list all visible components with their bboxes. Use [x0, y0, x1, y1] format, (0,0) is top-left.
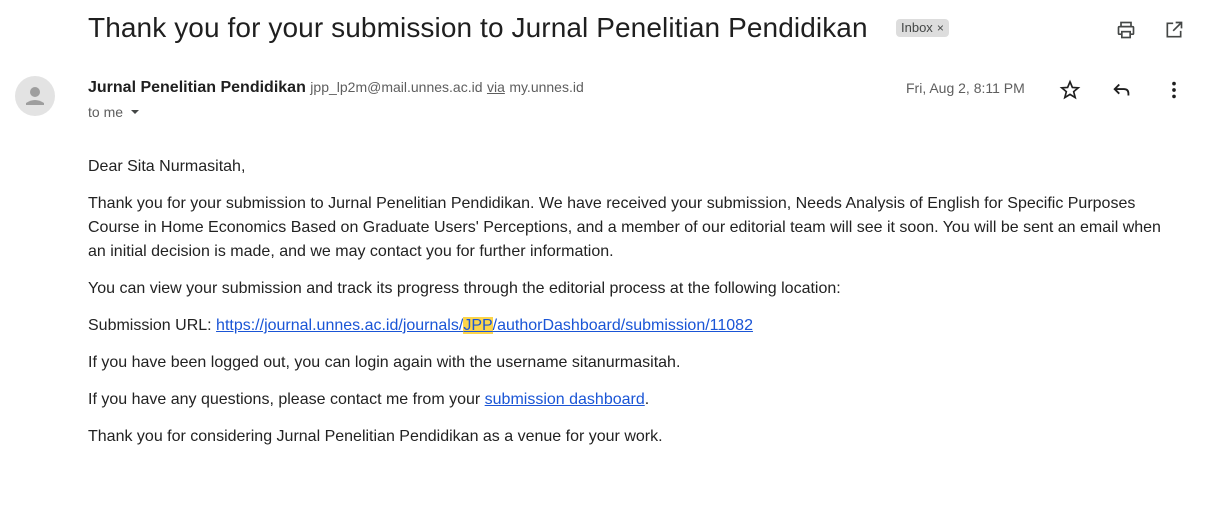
submission-url-label: Submission URL:	[88, 317, 217, 334]
sender-email: jpp_lp2m@mail.unnes.ac.id	[310, 79, 483, 95]
submission-url-link[interactable]: https://journal.unnes.ac.id/journals/JPP…	[216, 317, 753, 334]
email-subject: Thank you for your submission to Jurnal …	[88, 12, 868, 43]
print-icon[interactable]	[1114, 18, 1138, 42]
star-icon[interactable]	[1058, 78, 1082, 102]
submission-dashboard-link[interactable]: submission dashboard	[485, 391, 645, 408]
url-part-2: /authorDashboard/submission/11082	[492, 317, 753, 334]
person-icon	[26, 87, 44, 105]
body-paragraph-3: If you have been logged out, you can log…	[88, 354, 681, 371]
via-domain: my.unnes.id	[509, 79, 584, 95]
subject-row: Thank you for your submission to Jurnal …	[88, 12, 1209, 48]
url-highlight: JPP	[463, 317, 493, 334]
body-paragraph-2: You can view your submission and track i…	[88, 280, 841, 297]
sender-avatar[interactable]	[15, 76, 55, 116]
open-in-new-window-icon[interactable]	[1162, 18, 1186, 42]
body-paragraph-5: Thank you for considering Jurnal Penelit…	[88, 428, 663, 445]
url-part-1: https://journal.unnes.ac.id/journals/	[216, 317, 464, 334]
greeting: Dear Sita Nurmasitah,	[88, 158, 246, 175]
email-body: Dear Sita Nurmasitah, Thank you for your…	[88, 155, 1168, 462]
email-date: Fri, Aug 2, 8:11 PM	[906, 80, 1025, 96]
reply-icon[interactable]	[1110, 78, 1134, 102]
inbox-label-chip[interactable]: Inbox ×	[896, 19, 949, 37]
sender-line: Jurnal Penelitian Pendidikan jpp_lp2m@ma…	[88, 79, 584, 97]
via-link[interactable]: via	[487, 79, 505, 95]
sender-name[interactable]: Jurnal Penelitian Pendidikan	[88, 79, 306, 96]
remove-label-icon[interactable]: ×	[937, 19, 944, 37]
label-text: Inbox	[901, 20, 933, 35]
submission-url-line: Submission URL: https://journal.unnes.ac…	[88, 314, 1168, 338]
para4-prefix: If you have any questions, please contac…	[88, 391, 485, 408]
chevron-down-icon	[130, 110, 139, 114]
recipient-text: to me	[88, 104, 124, 120]
body-paragraph-4: If you have any questions, please contac…	[88, 388, 1168, 412]
body-paragraph-1: Thank you for your submission to Jurnal …	[88, 195, 1161, 260]
para4-suffix: .	[644, 391, 650, 408]
recipient-details-toggle[interactable]: to me	[88, 104, 140, 120]
more-vert-icon[interactable]	[1162, 78, 1186, 102]
